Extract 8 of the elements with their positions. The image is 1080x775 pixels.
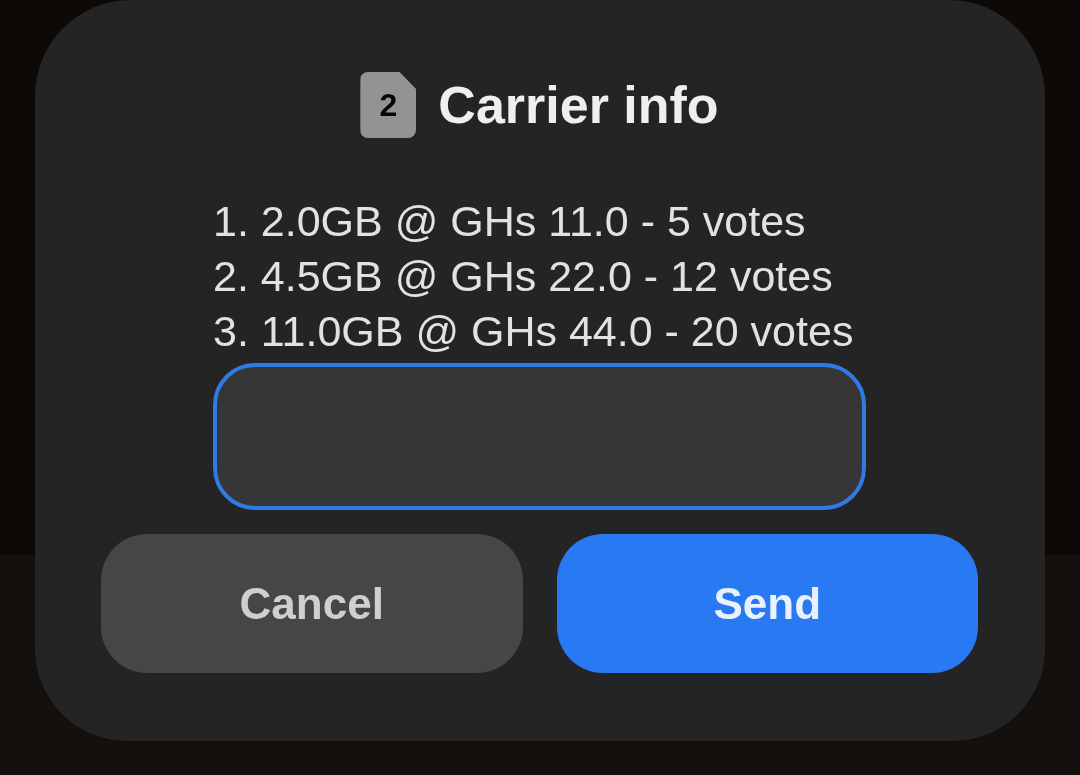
dialog-title: Carrier info <box>438 75 719 136</box>
sim-card-icon: 2 <box>360 72 417 138</box>
cancel-button[interactable]: Cancel <box>101 534 523 673</box>
send-button[interactable]: Send <box>556 534 978 673</box>
poll-option: 2. 4.5GB @ GHs 22.0 - 12 votes <box>213 249 866 304</box>
poll-option: 3. 11.0GB @ GHs 44.0 - 20 votes <box>213 304 866 359</box>
poll-option: 1. 2.0GB @ GHs 11.0 - 5 votes <box>213 194 866 249</box>
message-input[interactable] <box>213 363 866 510</box>
